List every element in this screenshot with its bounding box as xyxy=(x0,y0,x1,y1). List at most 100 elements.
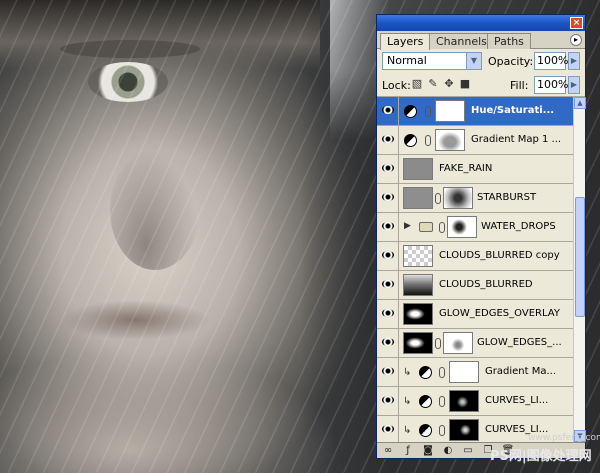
eye-icon xyxy=(382,309,394,317)
lock-pixels-icon[interactable]: ✎ xyxy=(427,78,439,90)
palette-titlebar[interactable]: × xyxy=(377,15,585,31)
visibility-toggle[interactable] xyxy=(377,416,399,442)
layer-row[interactable]: CLOUDS_BLURRED copy xyxy=(377,242,573,271)
lock-label: Lock: xyxy=(382,79,411,92)
layer-name: CLOUDS_BLURRED copy xyxy=(439,250,560,261)
blend-mode-value: Normal xyxy=(387,54,427,67)
eye-icon xyxy=(382,222,394,230)
layer-name: GLOW_EDGES_OVERLAY xyxy=(439,308,560,319)
visibility-toggle[interactable] xyxy=(377,242,399,270)
eye-icon xyxy=(382,135,394,143)
chain-link-icon[interactable] xyxy=(435,193,441,204)
adjustment-layer-icon xyxy=(419,366,432,379)
layer-thumbnail[interactable] xyxy=(403,332,433,354)
opacity-slider-arrow-icon[interactable]: ▶ xyxy=(568,52,580,70)
layer-name: Hue/Saturati... xyxy=(471,105,555,116)
layers-list: Hue/Saturati... Gradient Map 1 ... FAKE_… xyxy=(377,97,573,442)
clipping-arrow-icon: ↳ xyxy=(403,396,412,407)
layer-thumbnail[interactable] xyxy=(403,303,433,325)
watermark-url: www.psfeng.com xyxy=(528,433,600,443)
layers-palette: × Layers Channels Paths ▸ Normal ▼ Opaci… xyxy=(376,14,586,459)
chain-link-icon[interactable] xyxy=(439,222,445,233)
layer-name: FAKE_RAIN xyxy=(439,163,493,174)
layer-row[interactable]: Hue/Saturati... xyxy=(377,97,573,126)
visibility-toggle[interactable] xyxy=(377,213,399,241)
layer-name: Gradient Map 1 ... xyxy=(471,134,562,145)
clipping-arrow-icon: ↳ xyxy=(403,425,412,436)
chain-link-icon[interactable] xyxy=(425,135,431,146)
visibility-toggle[interactable] xyxy=(377,300,399,328)
link-layers-icon[interactable]: ∞ xyxy=(381,445,395,457)
layer-row[interactable]: GLOW_EDGES_OVERLAY xyxy=(377,300,573,329)
opacity-label: Opacity: xyxy=(488,55,534,68)
visibility-toggle[interactable] xyxy=(377,358,399,386)
layer-row[interactable]: ↳ CURVES_LI... xyxy=(377,387,573,416)
adjustment-layer-icon[interactable]: ◐ xyxy=(441,445,455,457)
layer-mask-thumbnail[interactable] xyxy=(447,216,477,238)
layer-name: CLOUDS_BLURRED xyxy=(439,279,533,290)
lock-position-icon[interactable]: ✥ xyxy=(443,78,455,90)
chain-link-icon[interactable] xyxy=(439,367,445,378)
chevron-down-icon[interactable]: ▼ xyxy=(466,53,481,69)
eye-icon xyxy=(382,338,394,346)
expand-arrow-icon[interactable]: ▶ xyxy=(404,221,411,231)
layer-row[interactable]: STARBURST xyxy=(377,184,573,213)
blend-mode-select[interactable]: Normal ▼ xyxy=(382,52,482,70)
folder-icon xyxy=(419,222,433,232)
layer-mask-thumbnail[interactable] xyxy=(449,419,479,441)
chain-link-icon[interactable] xyxy=(439,425,445,436)
adjustment-layer-icon xyxy=(404,134,417,147)
visibility-toggle[interactable] xyxy=(377,387,399,415)
eye-icon xyxy=(382,164,394,172)
visibility-toggle[interactable] xyxy=(377,155,399,183)
layer-row[interactable]: CLOUDS_BLURRED xyxy=(377,271,573,300)
layer-mask-thumbnail[interactable] xyxy=(435,100,465,122)
lock-all-icon[interactable]: ■ xyxy=(459,78,471,90)
visibility-toggle[interactable] xyxy=(377,271,399,299)
layer-mask-thumbnail[interactable] xyxy=(443,332,473,354)
layer-mask-thumbnail[interactable] xyxy=(449,390,479,412)
chain-link-icon[interactable] xyxy=(425,106,431,117)
layer-row[interactable]: FAKE_RAIN xyxy=(377,155,573,184)
adjustment-layer-icon xyxy=(404,105,417,118)
layer-name: STARBURST xyxy=(477,192,537,203)
layers-scrollbar[interactable]: ▲ ▼ xyxy=(573,97,586,442)
layer-thumbnail[interactable] xyxy=(403,158,433,180)
layer-row[interactable]: ↳ Gradient Ma... xyxy=(377,358,573,387)
opacity-input[interactable]: 100% xyxy=(534,52,568,70)
layer-name: Gradient Ma... xyxy=(485,366,556,377)
adjustment-layer-icon xyxy=(419,424,432,437)
lock-transparency-icon[interactable]: ▧ xyxy=(411,78,423,90)
palette-menu-icon[interactable]: ▸ xyxy=(570,34,582,46)
eye-icon xyxy=(382,106,394,114)
layer-thumbnail[interactable] xyxy=(403,187,433,209)
add-mask-icon[interactable]: ◙ xyxy=(421,445,435,457)
layer-row[interactable]: Gradient Map 1 ... xyxy=(377,126,573,155)
layer-row[interactable]: ▶ WATER_DROPS xyxy=(377,213,573,242)
tab-layers[interactable]: Layers xyxy=(380,33,431,50)
layer-name: CURVES_LI... xyxy=(485,395,549,406)
visibility-toggle[interactable] xyxy=(377,97,399,125)
layer-style-icon[interactable]: ƒ xyxy=(401,445,415,457)
layer-mask-thumbnail[interactable] xyxy=(443,187,473,209)
visibility-toggle[interactable] xyxy=(377,126,399,154)
chain-link-icon[interactable] xyxy=(439,396,445,407)
scroll-up-icon[interactable]: ▲ xyxy=(574,97,586,109)
layer-thumbnail[interactable] xyxy=(403,245,433,267)
scroll-thumb[interactable] xyxy=(575,197,585,317)
chain-link-icon[interactable] xyxy=(435,338,441,349)
layer-thumbnail[interactable] xyxy=(403,274,433,296)
layer-row[interactable]: GLOW_EDGES_... xyxy=(377,329,573,358)
close-icon[interactable]: × xyxy=(570,17,583,29)
tab-paths[interactable]: Paths xyxy=(487,33,531,49)
visibility-toggle[interactable] xyxy=(377,184,399,212)
layer-mask-thumbnail[interactable] xyxy=(435,129,465,151)
eye-icon xyxy=(382,193,394,201)
new-group-icon[interactable]: ▭ xyxy=(461,445,475,457)
eye-icon xyxy=(382,425,394,433)
fill-slider-arrow-icon[interactable]: ▶ xyxy=(568,76,580,94)
visibility-toggle[interactable] xyxy=(377,329,399,357)
layer-mask-thumbnail[interactable] xyxy=(449,361,479,383)
tab-channels[interactable]: Channels xyxy=(429,33,494,49)
fill-input[interactable]: 100% xyxy=(534,76,568,94)
